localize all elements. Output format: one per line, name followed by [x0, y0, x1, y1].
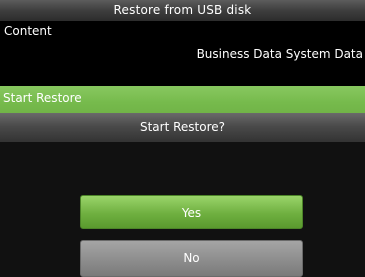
confirm-dialog: Start Restore? Yes No	[0, 113, 365, 277]
window-title: Restore from USB disk	[0, 0, 365, 21]
yes-button[interactable]: Yes	[80, 195, 303, 229]
device-screen: Restore from USB disk Content Business D…	[0, 0, 365, 277]
content-label: Content	[4, 24, 52, 38]
dialog-prompt: Start Restore?	[0, 113, 365, 142]
content-section[interactable]: Content Business Data System Data	[0, 21, 365, 85]
content-value: Business Data System Data	[196, 47, 363, 61]
no-button[interactable]: No	[80, 240, 303, 277]
menu-item-label: Start Restore	[3, 91, 82, 105]
